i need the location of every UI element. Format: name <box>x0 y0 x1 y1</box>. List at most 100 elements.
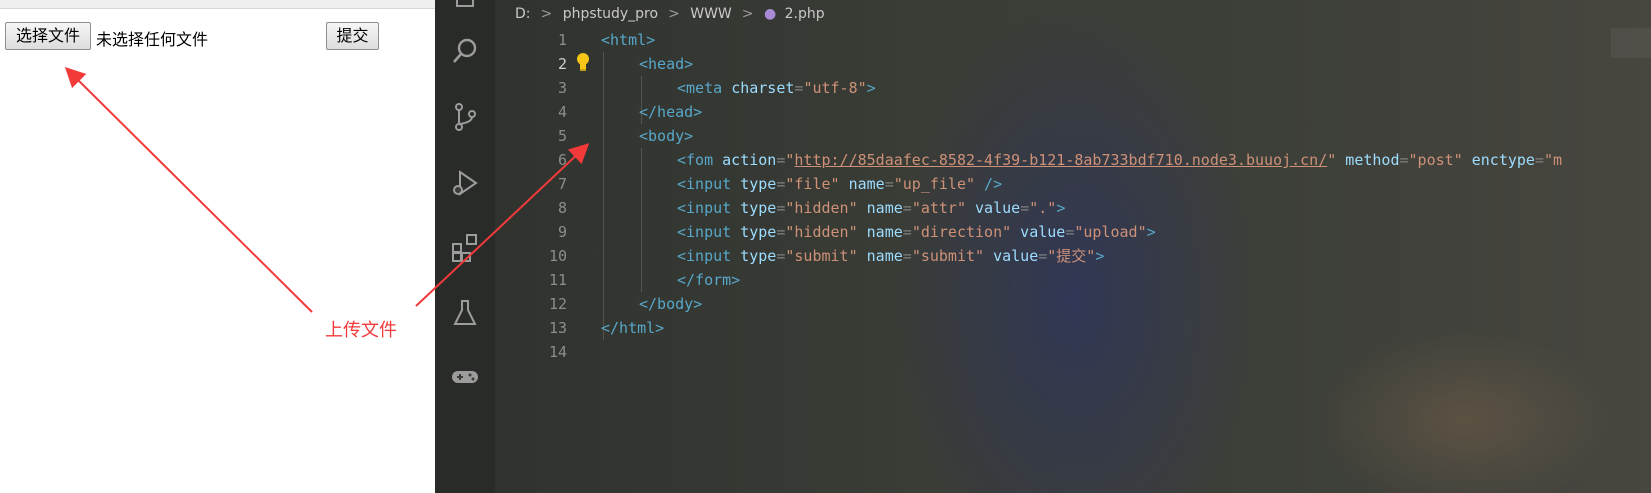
code-token: " <box>1327 151 1337 169</box>
line-number: 13 <box>548 319 567 337</box>
line-number: 9 <box>557 223 567 241</box>
code-token: <head> <box>639 55 694 73</box>
minimap[interactable] <box>1611 28 1651 58</box>
source-control-icon[interactable] <box>450 102 480 132</box>
extensions-icon[interactable] <box>450 232 480 262</box>
code-token: value <box>1011 223 1066 241</box>
code-token: </form> <box>677 271 741 289</box>
code-token: </head> <box>639 103 703 121</box>
code-token: = <box>1399 151 1409 169</box>
code-line[interactable]: 4 </head> <box>515 100 1635 124</box>
code-token: "提交" <box>1047 247 1096 265</box>
code-token: <meta <box>677 79 732 97</box>
code-line[interactable]: 14 <box>515 340 1635 364</box>
code-token: = <box>902 199 912 217</box>
php-elephant-icon: ● <box>763 6 777 22</box>
code-token: = <box>884 175 894 193</box>
breadcrumb-folder-www[interactable]: WWW <box>690 6 732 22</box>
code-line[interactable]: 2 <head> <box>515 52 1635 76</box>
line-number: 14 <box>548 343 567 361</box>
code-token: /> <box>975 175 1003 193</box>
browser-page: 选择文件 未选择任何文件 提交 <box>0 0 435 493</box>
activity-bar <box>435 0 495 493</box>
line-content: <meta charset="utf-8"> <box>677 76 876 100</box>
code-token: charset <box>731 79 795 97</box>
indent-guide <box>641 148 642 292</box>
code-token: = <box>1038 247 1048 265</box>
code-line[interactable]: 10 <input type="submit" name="submit" val… <box>515 244 1635 268</box>
testing-flask-icon[interactable] <box>450 298 480 328</box>
code-token: enctype <box>1462 151 1535 169</box>
code-token: = <box>902 223 912 241</box>
code-token: action <box>722 151 777 169</box>
choose-file-button[interactable]: 选择文件 <box>5 22 91 50</box>
code-token: <input <box>677 223 741 241</box>
gamepad-icon[interactable] <box>450 362 480 392</box>
run-debug-icon[interactable] <box>450 168 480 198</box>
line-number: 2 <box>557 55 567 73</box>
code-token: > <box>866 79 876 97</box>
code-token: "submit" <box>785 247 858 265</box>
line-content: <input type="hidden" name="direction" va… <box>677 220 1156 244</box>
code-token: "file" <box>785 175 840 193</box>
breadcrumb-folder-phpstudy[interactable]: phpstudy_pro <box>563 6 658 22</box>
code-token: "up_file" <box>893 175 976 193</box>
code-line[interactable]: 9 <input type="hidden" name="direction" v… <box>515 220 1635 244</box>
code-token: type <box>740 175 777 193</box>
indent-guide <box>603 52 604 340</box>
code-editor: D: > phpstudy_pro > WWW > ● 2.php 1 <html> 2 <… <box>435 0 1651 493</box>
code-token: </body> <box>639 295 703 313</box>
code-line[interactable]: 13 </html> <box>515 316 1635 340</box>
code-line[interactable]: 11 </form> <box>515 268 1635 292</box>
line-content: <body> <box>639 124 693 148</box>
code-token: "m <box>1543 151 1563 169</box>
code-token: <input <box>677 175 741 193</box>
code-line[interactable]: 7 <input type="file" name="up_file" /> <box>515 172 1635 196</box>
code-token: name <box>839 175 885 193</box>
browser-top-strip <box>0 0 435 9</box>
code-line[interactable]: 3 <meta charset="utf-8"> <box>515 76 1635 100</box>
code-line[interactable]: 12 </body> <box>515 292 1635 316</box>
code-token: = <box>902 247 912 265</box>
submit-button[interactable]: 提交 <box>326 22 379 50</box>
code-token: name <box>857 223 903 241</box>
lightbulb-icon[interactable] <box>575 52 591 72</box>
code-token: <body> <box>639 127 694 145</box>
line-content: <html> <box>601 28 655 52</box>
line-number: 11 <box>548 271 567 289</box>
line-number: 3 <box>557 79 567 97</box>
code-token: </html> <box>601 319 665 337</box>
files-icon[interactable] <box>450 0 480 8</box>
line-content: <head> <box>639 52 693 76</box>
line-number: 8 <box>557 199 567 217</box>
code-token: "attr" <box>911 199 966 217</box>
code-token: "upload" <box>1074 223 1147 241</box>
line-number: 5 <box>557 127 567 145</box>
line-content: <input type="file" name="up_file" /> <box>677 172 1002 196</box>
code-token[interactable]: http://85daafec-8582-4f39-b121-8ab733bdf… <box>794 151 1327 169</box>
breadcrumb-drive[interactable]: D: <box>515 6 531 22</box>
code-token: "." <box>1029 199 1057 217</box>
code-token: > <box>1146 223 1156 241</box>
code-token: <html> <box>601 31 656 49</box>
line-content: <input type="submit" name="submit" value… <box>677 244 1104 268</box>
code-token: "utf-8" <box>803 79 867 97</box>
code-line[interactable]: 8 <input type="hidden" name="attr" value=… <box>515 196 1635 220</box>
code-token: "post" <box>1408 151 1463 169</box>
code-token: "submit" <box>911 247 985 265</box>
search-icon[interactable] <box>450 36 480 66</box>
code-token: type <box>740 199 777 217</box>
code-token: name <box>857 247 903 265</box>
code-line[interactable]: 6 <fom action = "http://85daafec-8582-4f39-… <box>515 148 1635 172</box>
line-number: 10 <box>548 247 567 265</box>
code-line[interactable]: 1 <html> <box>515 28 1635 52</box>
code-token: <input <box>677 199 741 217</box>
line-number: 6 <box>557 151 567 169</box>
code-token: name <box>857 199 903 217</box>
code-token: <fom <box>677 151 723 169</box>
line-content: <fom action = "http://85daafec-8582-4f39-b… <box>677 148 1562 172</box>
breadcrumb-file[interactable]: 2.php <box>785 6 825 22</box>
code-token: type <box>740 223 777 241</box>
line-number: 7 <box>557 175 567 193</box>
code-line[interactable]: 5 <body> <box>515 124 1635 148</box>
